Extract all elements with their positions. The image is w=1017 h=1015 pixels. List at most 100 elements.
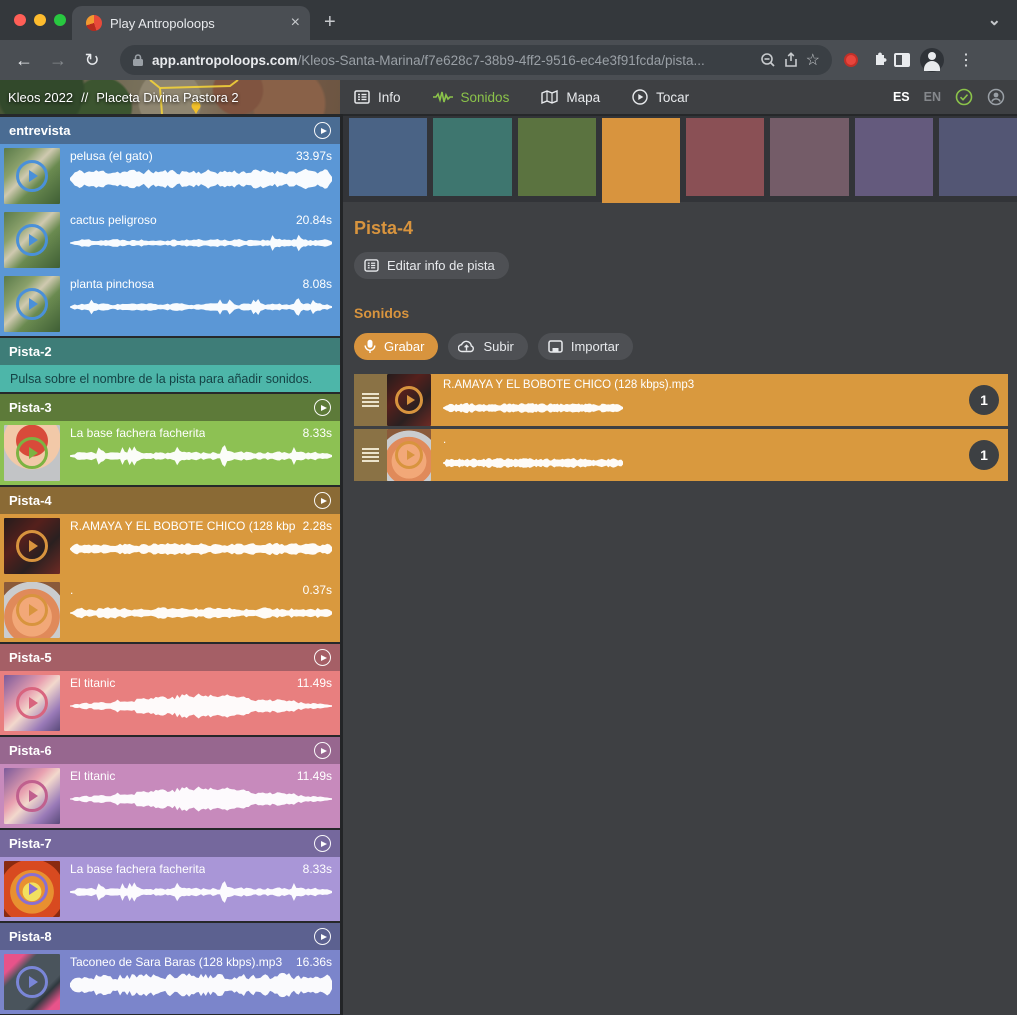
swatch-pista-1[interactable] bbox=[349, 118, 427, 196]
track-title[interactable]: Pista-3 bbox=[9, 400, 314, 415]
track-header[interactable]: Pista-4 bbox=[0, 487, 340, 514]
back-button[interactable]: ← bbox=[10, 46, 38, 74]
sound-name: El titanic bbox=[70, 769, 115, 783]
import-label: Importar bbox=[571, 339, 619, 354]
swatch-pista-6[interactable] bbox=[770, 118, 848, 196]
track-title[interactable]: Pista-6 bbox=[9, 743, 314, 758]
swatch-pista-4-active[interactable] bbox=[602, 118, 680, 203]
nav-item-tocar[interactable]: Tocar bbox=[632, 89, 689, 105]
sound-row[interactable]: R.AMAYA Y EL BOBOTE CHICO (128 kbps).mp3… bbox=[354, 374, 1008, 426]
sound-thumbnail[interactable] bbox=[4, 148, 60, 204]
sound-item[interactable]: Taconeo de Sara Baras (128 kbps).mp316.3… bbox=[0, 950, 340, 1014]
sound-name: planta pinchosa bbox=[70, 277, 154, 291]
sound-item[interactable]: La base fachera facherita8.33s bbox=[0, 857, 340, 921]
upload-button[interactable]: Subir bbox=[448, 333, 527, 360]
nav-item-mapa[interactable]: Mapa bbox=[541, 90, 600, 105]
lock-icon bbox=[132, 53, 144, 67]
sound-item[interactable]: cactus peligroso20.84s bbox=[0, 208, 340, 272]
reload-button[interactable]: ↻ bbox=[78, 46, 106, 74]
lang-toggle-es[interactable]: ES bbox=[893, 90, 910, 104]
sound-row[interactable]: . 1 bbox=[354, 429, 1008, 481]
sound-thumbnail[interactable] bbox=[4, 518, 60, 574]
sound-item[interactable]: R.AMAYA Y EL BOBOTE CHICO (128 kbps)....… bbox=[0, 514, 340, 578]
swatch-pista-8[interactable] bbox=[939, 118, 1017, 196]
forward-button[interactable]: → bbox=[44, 46, 72, 74]
minimize-window-button[interactable] bbox=[34, 14, 46, 26]
track-header[interactable]: Pista-6 bbox=[0, 737, 340, 764]
edit-track-info-button[interactable]: Editar info de pista bbox=[354, 252, 509, 279]
record-extension-icon[interactable] bbox=[844, 53, 858, 67]
track-header[interactable]: Pista-3 bbox=[0, 394, 340, 421]
play-track-button[interactable] bbox=[314, 399, 331, 416]
track-header[interactable]: Pista-2 bbox=[0, 338, 340, 365]
track-header[interactable]: entrevista bbox=[0, 117, 340, 144]
play-track-button[interactable] bbox=[314, 742, 331, 759]
sound-item[interactable]: .0.37s bbox=[0, 578, 340, 642]
url-text[interactable]: app.antropoloops.com/Kleos-Santa-Marina/… bbox=[152, 53, 752, 68]
extensions-puzzle-icon[interactable] bbox=[870, 51, 888, 69]
play-track-button[interactable] bbox=[314, 122, 331, 139]
lang-toggle-en[interactable]: EN bbox=[924, 90, 941, 104]
sound-item[interactable]: El titanic11.49s bbox=[0, 671, 340, 735]
window-controls[interactable] bbox=[14, 14, 66, 26]
swatch-pista-2[interactable] bbox=[433, 118, 511, 196]
track-header[interactable]: Pista-5 bbox=[0, 644, 340, 671]
sound-thumbnail[interactable] bbox=[4, 768, 60, 824]
track-title[interactable]: Pista-2 bbox=[9, 344, 331, 359]
tab-search-chevron-icon[interactable]: ⌄ bbox=[988, 10, 1001, 30]
drag-handle[interactable] bbox=[354, 429, 387, 481]
sound-item[interactable]: La base fachera facherita8.33s bbox=[0, 421, 340, 485]
play-track-button[interactable] bbox=[314, 492, 331, 509]
drag-handle[interactable] bbox=[354, 374, 387, 426]
browser-tab[interactable]: Play Antropoloops × bbox=[72, 6, 310, 40]
breadcrumb[interactable]: Kleos 2022 // Placeta Divina Pastora 2 bbox=[8, 80, 239, 114]
breadcrumb-project[interactable]: Kleos 2022 bbox=[8, 90, 73, 105]
sound-thumbnail[interactable] bbox=[4, 861, 60, 917]
record-button[interactable]: Grabar bbox=[354, 333, 438, 360]
close-tab-icon[interactable]: × bbox=[291, 15, 300, 31]
cloud-upload-icon bbox=[458, 340, 475, 353]
share-icon[interactable] bbox=[784, 52, 798, 68]
bookmark-star-icon[interactable]: ☆ bbox=[806, 50, 820, 70]
sound-item[interactable]: pelusa (el gato)33.97s bbox=[0, 144, 340, 208]
new-tab-button[interactable]: + bbox=[324, 11, 336, 34]
info-list-icon bbox=[354, 90, 370, 104]
sound-thumbnail[interactable] bbox=[4, 425, 60, 481]
close-window-button[interactable] bbox=[14, 14, 26, 26]
sound-item[interactable]: planta pinchosa8.08s bbox=[0, 272, 340, 336]
sound-thumbnail[interactable] bbox=[4, 582, 60, 638]
track-title[interactable]: Pista-5 bbox=[9, 650, 314, 665]
account-icon[interactable] bbox=[987, 88, 1005, 106]
import-button[interactable]: Importar bbox=[538, 333, 633, 360]
play-track-button[interactable] bbox=[314, 835, 331, 852]
sound-item[interactable]: El titanic11.49s bbox=[0, 764, 340, 828]
sound-thumbnail[interactable] bbox=[387, 429, 431, 481]
track-header[interactable]: Pista-8 bbox=[0, 923, 340, 950]
empty-track-message: Pulsa sobre el nombre de la pista para a… bbox=[0, 365, 340, 392]
track-title[interactable]: Pista-7 bbox=[9, 836, 314, 851]
play-track-button[interactable] bbox=[314, 649, 331, 666]
nav-item-sonidos[interactable]: Sonidos bbox=[433, 90, 510, 105]
play-track-button[interactable] bbox=[314, 928, 331, 945]
swatch-pista-5[interactable] bbox=[686, 118, 764, 196]
fullscreen-window-button[interactable] bbox=[54, 14, 66, 26]
sound-thumbnail[interactable] bbox=[4, 954, 60, 1010]
sound-thumbnail[interactable] bbox=[4, 675, 60, 731]
swatch-pista-7[interactable] bbox=[855, 118, 933, 196]
side-panel-icon[interactable] bbox=[894, 53, 910, 67]
sound-thumbnail[interactable] bbox=[4, 212, 60, 268]
profile-avatar[interactable] bbox=[920, 48, 944, 72]
microphone-icon bbox=[364, 339, 376, 354]
zoom-out-icon[interactable] bbox=[760, 52, 776, 68]
browser-menu-icon[interactable]: ⋮ bbox=[958, 50, 974, 70]
swatch-pista-3[interactable] bbox=[518, 118, 596, 196]
track-header[interactable]: Pista-7 bbox=[0, 830, 340, 857]
track-title[interactable]: Pista-8 bbox=[9, 929, 314, 944]
sound-thumbnail[interactable] bbox=[4, 276, 60, 332]
nav-item-info[interactable]: Info bbox=[354, 90, 401, 105]
url-path: /Kleos-Santa-Marina/f7e628c7-38b9-4ff2-9… bbox=[298, 53, 705, 68]
address-bar[interactable]: app.antropoloops.com/Kleos-Santa-Marina/… bbox=[120, 45, 832, 75]
track-title[interactable]: entrevista bbox=[9, 123, 314, 138]
sound-thumbnail[interactable] bbox=[387, 374, 431, 426]
track-title[interactable]: Pista-4 bbox=[9, 493, 314, 508]
